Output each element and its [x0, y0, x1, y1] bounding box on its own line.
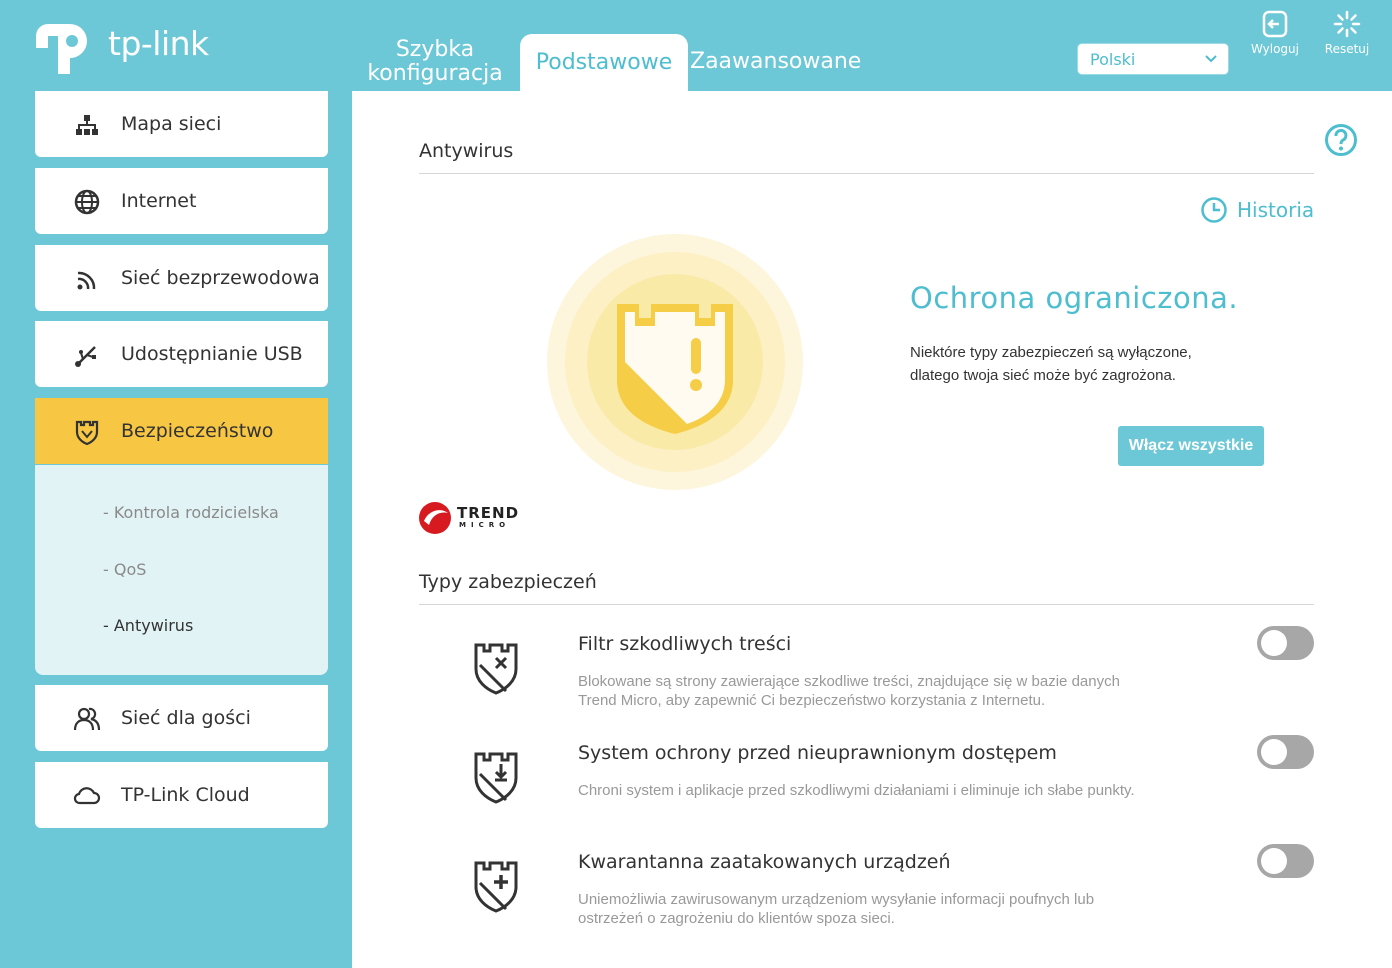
tab-advanced[interactable]: Zaawansowane	[690, 50, 861, 74]
infected-device-quarantine-icon	[474, 861, 518, 913]
enable-all-button[interactable]: Włącz wszystkie	[1118, 426, 1264, 466]
intrusion-prevention-toggle[interactable]	[1257, 735, 1314, 769]
trend-micro-logo-icon	[419, 502, 451, 534]
page-title: Antywirus	[419, 140, 514, 162]
reset-label: Resetuj	[1324, 42, 1370, 56]
logout-button[interactable]: Wyloguj	[1243, 10, 1307, 56]
sidebar-item-label: Sieć bezprzewodowa	[121, 267, 320, 289]
brand-name: tp-link	[108, 24, 209, 63]
feature-description: Blokowane są strony zawierające szkodliw…	[578, 673, 1120, 709]
history-link[interactable]: Historia	[1200, 196, 1316, 224]
submenu-item-parental-control[interactable]: - Kontrola rodzicielska	[103, 503, 279, 522]
sidebar-item-security[interactable]: Bezpieczeństwo	[35, 398, 328, 464]
section-title-security-types: Typy zabezpieczeń	[419, 571, 597, 593]
divider	[419, 604, 1314, 605]
toggle-knob	[1261, 739, 1287, 765]
trend-micro-logo: TREND MICRO	[418, 501, 528, 535]
sidebar-item-label: Bezpieczeństwo	[121, 420, 274, 442]
intrusion-prevention-icon	[474, 752, 518, 804]
reset-icon	[1333, 10, 1361, 38]
logout-label: Wyloguj	[1251, 42, 1299, 56]
sidebar-item-label: Sieć dla gości	[121, 707, 251, 729]
warning-shield-illustration	[547, 234, 803, 490]
wireless-icon	[77, 271, 96, 290]
divider	[419, 173, 1314, 174]
sidebar-item-label: Mapa sieci	[121, 113, 222, 135]
sidebar-item-label: Internet	[121, 190, 197, 212]
submenu-item-antivirus[interactable]: - Antywirus	[103, 616, 193, 635]
network-map-icon	[76, 115, 98, 135]
tab-quick-setup[interactable]: Szybka konfiguracja	[360, 38, 510, 86]
tp-link-logo: tp-link	[34, 10, 234, 74]
reset-button[interactable]: Resetuj	[1315, 10, 1379, 56]
sidebar-item-internet[interactable]: Internet	[35, 168, 328, 234]
submenu-item-qos[interactable]: - QoS	[103, 560, 146, 579]
feature-title: Filtr szkodliwych treści	[578, 633, 792, 655]
help-icon[interactable]	[1324, 123, 1358, 157]
status-description: Niektóre typy zabezpieczeń są wyłączone,…	[910, 344, 1192, 384]
sidebar-item-guest-network[interactable]: Sieć dla gości	[35, 685, 328, 751]
sidebar-item-wireless[interactable]: Sieć bezprzewodowa	[35, 245, 328, 311]
feature-title: System ochrony przed nieuprawnionym dost…	[578, 742, 1057, 764]
sidebar-item-network-map[interactable]: Mapa sieci	[35, 91, 328, 157]
sidebar-item-usb[interactable]: Udostępnianie USB	[35, 321, 328, 387]
feature-description: Uniemożliwia zawirusowanym urządzeniom w…	[578, 891, 1095, 927]
language-select[interactable]: Polski	[1077, 43, 1229, 75]
tab-basic[interactable]: Podstawowe	[520, 34, 688, 92]
usb-icon	[75, 346, 96, 367]
chevron-down-icon	[1205, 55, 1217, 63]
sidebar-item-label: Udostępnianie USB	[121, 343, 303, 365]
tp-link-logo-icon	[36, 24, 87, 74]
main-panel: Antywirus Historia Ochrona ograniczona. …	[352, 91, 1392, 968]
sidebar-item-tplink-cloud[interactable]: TP-Link Cloud	[35, 762, 328, 828]
feature-title: Kwarantanna zaatakowanych urządzeń	[578, 851, 951, 873]
history-label: Historia	[1237, 198, 1315, 222]
globe-icon	[74, 189, 100, 215]
toggle-knob	[1261, 848, 1287, 874]
cloud-icon	[73, 787, 101, 805]
security-submenu: - Kontrola rodzicielska - QoS - Antywiru…	[35, 465, 328, 675]
security-shield-icon	[75, 420, 99, 446]
malicious-content-filter-icon	[474, 643, 518, 695]
clock-icon	[1201, 197, 1227, 223]
toggle-knob	[1261, 630, 1287, 656]
guests-icon	[73, 707, 101, 731]
malicious-content-filter-toggle[interactable]	[1257, 626, 1314, 660]
feature-description: Chroni system i aplikacje przed szkodliw…	[578, 782, 1135, 799]
status-title: Ochrona ograniczona.	[910, 281, 1239, 315]
language-value: Polski	[1090, 50, 1136, 69]
logout-icon	[1262, 10, 1288, 38]
sidebar-item-label: TP-Link Cloud	[121, 784, 250, 806]
infected-device-quarantine-toggle[interactable]	[1257, 844, 1314, 878]
